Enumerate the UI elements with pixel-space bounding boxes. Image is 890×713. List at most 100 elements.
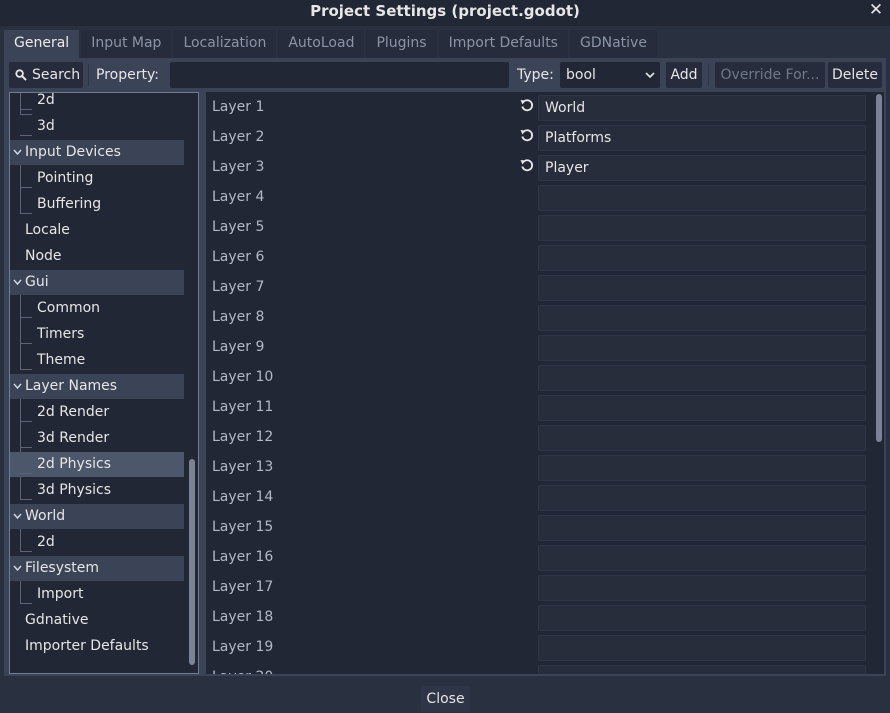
- chevron-down-icon: [645, 72, 655, 79]
- settings-category-tree: 2d 3d Input Devices Pointing Buffering Locale…: [9, 92, 199, 674]
- revert-icon[interactable]: [519, 127, 539, 147]
- layer-name-field[interactable]: [538, 575, 866, 601]
- layer-row: Layer 5: [206, 212, 866, 242]
- tree-guide: [20, 473, 32, 474]
- tab-import-defaults[interactable]: Import Defaults: [438, 30, 568, 58]
- layer-name-field[interactable]: [538, 425, 866, 451]
- tree-item[interactable]: Locale: [10, 218, 184, 243]
- tab-input-map[interactable]: Input Map: [81, 30, 172, 58]
- tree-item-label: Buffering: [37, 196, 102, 212]
- type-select[interactable]: bool: [560, 62, 660, 88]
- property-name-input[interactable]: [170, 62, 509, 88]
- tree-item[interactable]: 2d: [10, 530, 184, 555]
- close-button[interactable]: Close: [421, 686, 470, 712]
- tree-item[interactable]: Buffering: [10, 192, 184, 217]
- tree-scrollbar[interactable]: [189, 93, 195, 673]
- layer-name-field[interactable]: [538, 275, 866, 301]
- tree-guide: [20, 499, 32, 500]
- property-list-scrollbar-thumb[interactable]: [876, 94, 882, 442]
- tab-general[interactable]: General: [4, 30, 80, 58]
- delete-button[interactable]: Delete: [828, 62, 882, 88]
- search-button[interactable]: Search: [9, 62, 83, 88]
- tree-item-label: 2d Render: [37, 404, 110, 420]
- layer-name-field[interactable]: [538, 665, 866, 674]
- tree-item-label: Pointing: [37, 170, 94, 186]
- layer-row: Layer 12: [206, 422, 866, 452]
- layer-row: Layer 1 World: [206, 92, 866, 122]
- layer-label: Layer 10: [212, 369, 274, 385]
- layer-row: Layer 6: [206, 242, 866, 272]
- layer-name-field[interactable]: [538, 185, 866, 211]
- tree-item-label: Timers: [37, 326, 85, 342]
- layer-name-field[interactable]: [538, 455, 866, 481]
- add-button[interactable]: Add: [666, 62, 702, 88]
- layer-name-field[interactable]: [538, 335, 866, 361]
- layer-label: Layer 4: [212, 189, 265, 205]
- tree-item[interactable]: Gdnative: [10, 608, 184, 633]
- tree-section[interactable]: World: [10, 504, 184, 529]
- tree-item[interactable]: 2d Physics: [10, 452, 184, 477]
- tree-item[interactable]: Theme: [10, 348, 184, 373]
- layer-row: Layer 10: [206, 362, 866, 392]
- property-label: Property:: [96, 67, 159, 83]
- layer-name-field[interactable]: [538, 215, 866, 241]
- project-settings-dialog: General Input Map Localization AutoLoad …: [0, 26, 890, 713]
- tree-section[interactable]: Input Devices: [10, 140, 184, 165]
- tree-guide: [20, 213, 32, 214]
- tree-item[interactable]: 2d: [10, 93, 184, 113]
- tree-guide: [20, 135, 32, 136]
- property-list-scrollbar[interactable]: [876, 94, 882, 670]
- tree-item-label: 2d: [37, 534, 55, 550]
- layer-name-field[interactable]: [538, 245, 866, 271]
- tab-gdnative[interactable]: GDNative: [569, 30, 657, 58]
- layer-row: Layer 7: [206, 272, 866, 302]
- layer-name-field[interactable]: [538, 395, 866, 421]
- tree-item[interactable]: Node: [10, 244, 184, 269]
- override-for-button[interactable]: Override For...: [715, 62, 825, 88]
- tree-item[interactable]: Pointing: [10, 166, 184, 191]
- tree-item[interactable]: Common: [10, 296, 184, 321]
- layer-name-field[interactable]: Platforms: [538, 125, 866, 151]
- tree-section[interactable]: Filesystem: [10, 556, 184, 581]
- layer-name-field[interactable]: World: [538, 95, 866, 121]
- tree-item-label: 2d Physics: [37, 456, 112, 472]
- close-window-icon[interactable]: ✕: [866, 0, 886, 22]
- layer-row: Layer 17: [206, 572, 866, 602]
- layer-label: Layer 1: [212, 99, 265, 115]
- layer-name-field[interactable]: [538, 305, 866, 331]
- tab-plugins[interactable]: Plugins: [366, 30, 437, 58]
- tree-item[interactable]: 3d Render: [10, 426, 184, 451]
- layer-label: Layer 17: [212, 579, 274, 595]
- tree-item-label: Locale: [25, 222, 70, 238]
- layer-name-field[interactable]: [538, 545, 866, 571]
- revert-icon[interactable]: [519, 97, 539, 117]
- search-button-label: Search: [32, 67, 81, 83]
- tree-item[interactable]: 3d: [10, 114, 184, 139]
- layer-name-field[interactable]: [538, 365, 866, 391]
- layer-row: Layer 15: [206, 512, 866, 542]
- tab-localization[interactable]: Localization: [173, 30, 277, 58]
- tree-item[interactable]: 2d Render: [10, 400, 184, 425]
- revert-icon[interactable]: [519, 157, 539, 177]
- layer-label: Layer 19: [212, 639, 274, 655]
- layer-name-field[interactable]: [538, 515, 866, 541]
- toolbar-separator: [88, 64, 89, 86]
- settings-tabs: General Input Map Localization AutoLoad …: [4, 30, 659, 58]
- layer-name-field[interactable]: [538, 605, 866, 631]
- tree-item-label: Input Devices: [25, 144, 121, 160]
- tree-item[interactable]: Import: [10, 582, 184, 607]
- tree-guide: [20, 317, 32, 318]
- layer-name-field[interactable]: [538, 485, 866, 511]
- tree-section[interactable]: Layer Names: [10, 374, 184, 399]
- layer-name-field[interactable]: Player: [538, 155, 866, 181]
- tree-item-label: Filesystem: [25, 560, 100, 576]
- tab-autoload[interactable]: AutoLoad: [278, 30, 365, 58]
- tree-item[interactable]: Timers: [10, 322, 184, 347]
- tree-item[interactable]: 3d Physics: [10, 478, 184, 503]
- layer-label: Layer 9: [212, 339, 265, 355]
- tree-item[interactable]: Importer Defaults: [10, 634, 184, 659]
- layer-row: Layer 9: [206, 332, 866, 362]
- tree-scrollbar-thumb[interactable]: [189, 459, 195, 665]
- layer-name-field[interactable]: [538, 635, 866, 661]
- tree-section[interactable]: Gui: [10, 270, 184, 295]
